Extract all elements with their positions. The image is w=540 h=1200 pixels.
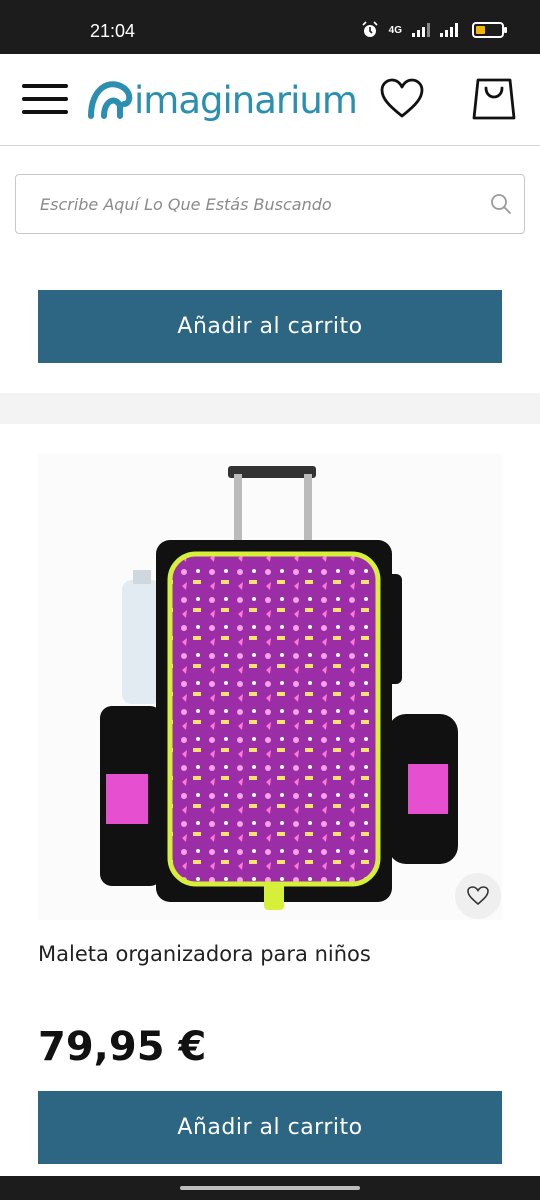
search-icon[interactable] [490, 193, 512, 215]
product-card: Maleta organizadora para niños 79,95 € A… [0, 424, 540, 1184]
add-to-cart-button[interactable]: Añadir al carrito [38, 290, 502, 363]
search-panel [0, 146, 540, 279]
search-box [15, 174, 525, 234]
brand-name: imaginarium [134, 78, 358, 122]
battery-icon [472, 22, 507, 38]
status-icons: 4G [361, 21, 507, 39]
product-image[interactable] [38, 454, 502, 920]
trolley-backpack-image [100, 466, 458, 910]
heart-icon [467, 886, 489, 906]
product-price: 79,95 € [38, 1024, 207, 1070]
wishlist-button[interactable] [455, 873, 501, 919]
battery-level [476, 26, 486, 34]
shopping-bag-icon[interactable] [472, 76, 516, 122]
alarm-icon [362, 21, 378, 37]
product-name[interactable]: Maleta organizadora para niños [38, 942, 371, 966]
status-bar: 21:04 4G [0, 0, 540, 54]
brand-logo[interactable]: imaginarium [86, 74, 358, 126]
logo-icon [88, 81, 133, 119]
add-to-cart-button[interactable]: Añadir al carrito [38, 1091, 502, 1164]
signal-icon [440, 23, 458, 37]
hamburger-icon[interactable] [22, 84, 68, 114]
heart-icon[interactable] [380, 78, 424, 120]
site-header: imaginarium [0, 54, 540, 146]
home-gesture-handle[interactable] [180, 1186, 360, 1190]
status-time: 21:04 [90, 21, 136, 41]
navigation-bar [0, 1176, 540, 1200]
product-card: Añadir al carrito [0, 279, 540, 393]
signal-icon [412, 23, 430, 37]
network-type: 4G [388, 24, 402, 36]
search-input[interactable] [40, 175, 460, 233]
